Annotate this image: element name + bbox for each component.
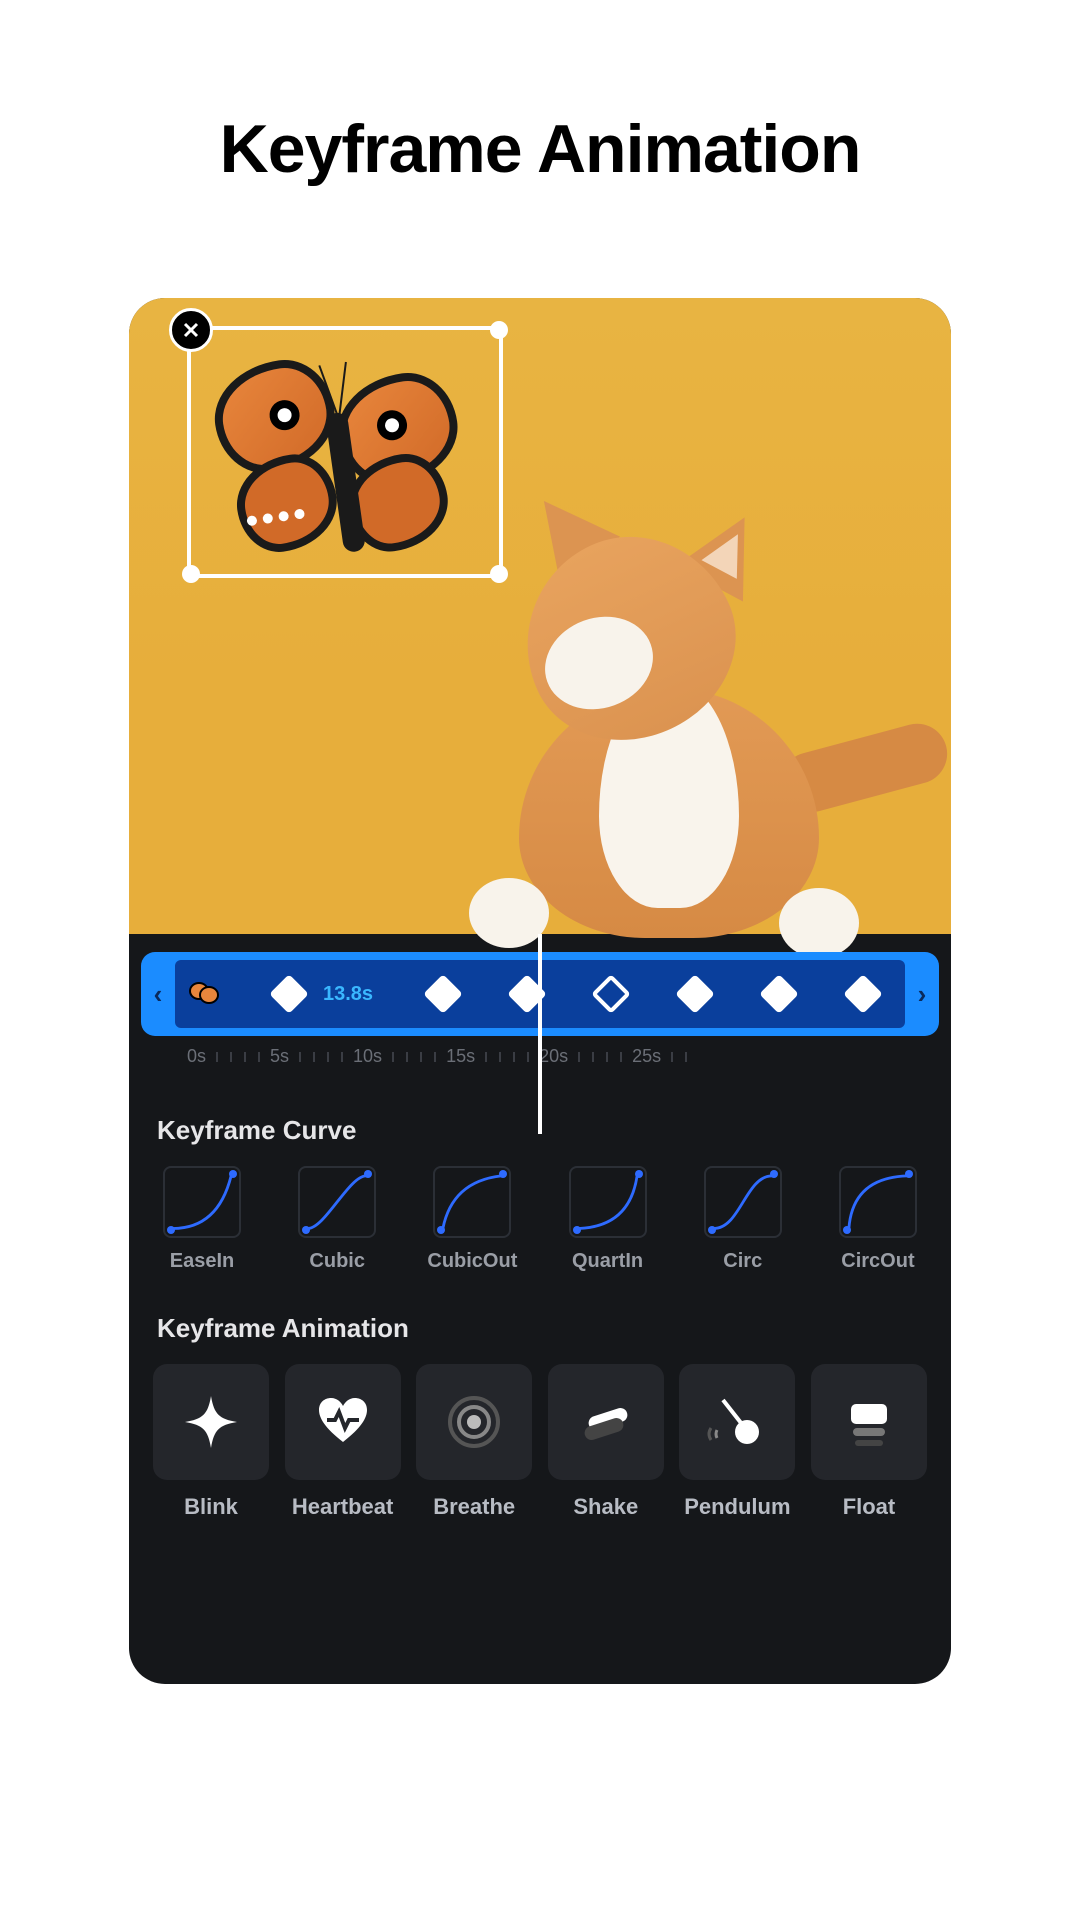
- curve-option-circout[interactable]: CircOut: [829, 1166, 927, 1273]
- curve-option-circ[interactable]: Circ: [694, 1166, 792, 1273]
- butterfly-sticker[interactable]: [208, 336, 485, 579]
- current-time-label: 13.8s: [323, 983, 373, 1006]
- timeline-next-button[interactable]: ›: [905, 952, 939, 1036]
- page-title: Keyframe Animation: [220, 110, 861, 188]
- close-icon: [181, 320, 201, 340]
- anim-preset-pendulum[interactable]: Pendulum: [679, 1364, 795, 1520]
- resize-handle-tr[interactable]: [490, 321, 508, 339]
- preview-canvas[interactable]: [129, 298, 951, 934]
- curve-label: Cubic: [309, 1250, 365, 1273]
- cubicout-curve-icon: [441, 1174, 503, 1230]
- clip-thumbnail-icon: [189, 982, 219, 1006]
- ruler-label: 0s: [187, 1046, 206, 1067]
- keyframe-marker[interactable]: [675, 974, 715, 1014]
- anim-preset-blink[interactable]: Blink: [153, 1364, 269, 1520]
- anim-label: Pendulum: [684, 1494, 790, 1520]
- playhead[interactable]: [538, 934, 542, 1134]
- shake-icon: [576, 1392, 636, 1452]
- cubic-curve-icon: [306, 1174, 368, 1230]
- curve-label: CubicOut: [427, 1250, 517, 1273]
- anim-label: Blink: [184, 1494, 238, 1520]
- quartin-curve-icon: [577, 1174, 639, 1230]
- keyframe-animation-section: Keyframe Animation Blink Heartbeat Breat…: [129, 1283, 951, 1530]
- ruler-label: 20s: [539, 1046, 568, 1067]
- keyframe-marker[interactable]: [843, 974, 883, 1014]
- curve-label: EaseIn: [170, 1250, 234, 1273]
- curve-option-cubicout[interactable]: CubicOut: [423, 1166, 521, 1273]
- ruler-label: 25s: [632, 1046, 661, 1067]
- delete-sticker-button[interactable]: [169, 308, 213, 352]
- anim-preset-shake[interactable]: Shake: [548, 1364, 664, 1520]
- ruler-label: 5s: [270, 1046, 289, 1067]
- pendulum-icon: [707, 1392, 767, 1452]
- app-screen: ‹ › 13.8s 0s 5s 10s 15s 20s: [129, 298, 951, 1684]
- circ-curve-icon: [712, 1174, 774, 1230]
- float-layers-icon: [839, 1392, 899, 1452]
- sticker-selection-box[interactable]: [187, 326, 503, 578]
- anim-preset-heartbeat[interactable]: Heartbeat: [285, 1364, 401, 1520]
- curve-option-quartin[interactable]: QuartIn: [559, 1166, 657, 1273]
- keyframe-marker[interactable]: [759, 974, 799, 1014]
- curve-option-easein[interactable]: EaseIn: [153, 1166, 251, 1273]
- easein-curve-icon: [171, 1174, 233, 1230]
- curve-label: CircOut: [841, 1250, 914, 1273]
- ruler-label: 10s: [353, 1046, 382, 1067]
- curve-label: Circ: [723, 1250, 762, 1273]
- keyframe-marker[interactable]: [269, 974, 309, 1014]
- anim-preset-breathe[interactable]: Breathe: [416, 1364, 532, 1520]
- cat-image: [429, 478, 929, 938]
- heartbeat-icon: [313, 1392, 373, 1452]
- anim-label: Float: [843, 1494, 896, 1520]
- timeline-prev-button[interactable]: ‹: [141, 952, 175, 1036]
- keyframe-marker[interactable]: [423, 974, 463, 1014]
- resize-handle-br[interactable]: [490, 565, 508, 583]
- circout-curve-icon: [847, 1174, 909, 1230]
- keyframe-marker-active[interactable]: [591, 974, 631, 1014]
- concentric-circles-icon: [444, 1392, 504, 1452]
- resize-handle-bl[interactable]: [182, 565, 200, 583]
- curve-label: QuartIn: [572, 1250, 643, 1273]
- sparkle-icon: [181, 1392, 241, 1452]
- anim-label: Shake: [573, 1494, 638, 1520]
- section-title: Keyframe Curve: [157, 1115, 927, 1146]
- anim-label: Breathe: [433, 1494, 515, 1520]
- section-title: Keyframe Animation: [157, 1313, 927, 1344]
- timeline-panel: ‹ › 13.8s 0s 5s 10s 15s 20s: [129, 934, 951, 1085]
- anim-preset-float[interactable]: Float: [811, 1364, 927, 1520]
- ruler-label: 15s: [446, 1046, 475, 1067]
- curve-option-cubic[interactable]: Cubic: [288, 1166, 386, 1273]
- anim-label: Heartbeat: [292, 1494, 393, 1520]
